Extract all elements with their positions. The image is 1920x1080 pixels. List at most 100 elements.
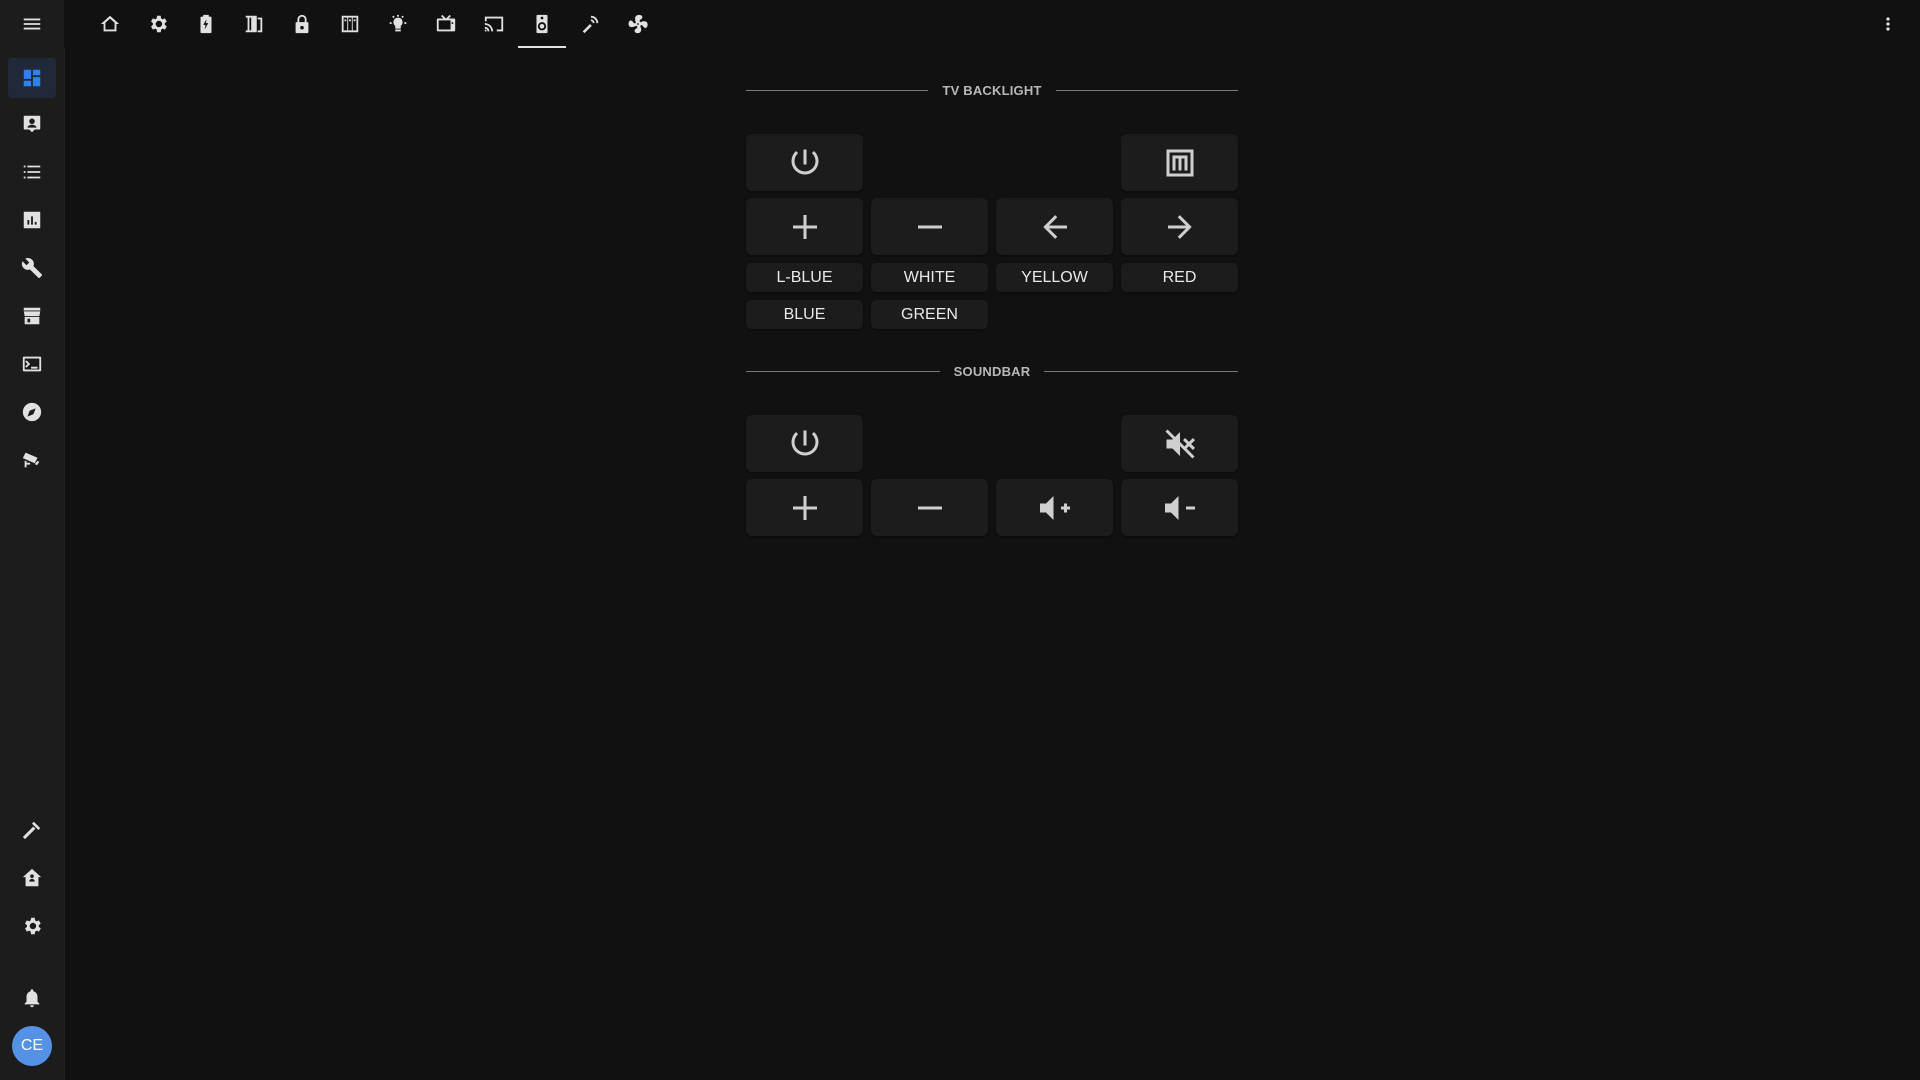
sidebar-item-history[interactable] [8,200,56,240]
soundbar-up-button[interactable] [746,479,863,536]
color-button-label: WHITE [903,268,956,286]
avatar[interactable]: CE [12,1026,52,1066]
sidebar-item-tools[interactable] [8,248,56,288]
cast-icon [484,16,504,32]
sidebar-item-terminal[interactable] [8,344,56,384]
hammer-icon [22,821,41,840]
soundbar-volume-down-button[interactable] [1121,479,1238,536]
overflow-menu-button[interactable] [1870,0,1906,48]
color-button-label: BLUE [783,305,826,323]
tv-backlight-header: TV BACKLIGHT [746,80,1239,100]
volume-off-icon [1164,428,1195,459]
fan-icon [628,14,648,34]
color-button-white[interactable]: WHITE [871,263,988,292]
sidebar-item-camera[interactable] [8,440,56,480]
tab-battery[interactable] [182,0,230,48]
sidebar: CE [0,0,65,1080]
top-toolbar [64,0,1920,48]
door-open-icon [245,15,263,33]
divider [1055,89,1239,91]
menu-button[interactable] [0,0,64,48]
map-person-icon [23,115,41,133]
power-icon [791,430,818,456]
bell-icon [24,989,40,1008]
sidebar-item-settings[interactable] [8,906,56,946]
dashboard-icon [23,69,41,87]
color-button-yellow[interactable]: YELLOW [996,263,1113,292]
soundbar-mute-button[interactable] [1121,415,1238,472]
mode-m-box-icon [1166,149,1193,176]
lightbulb-icon [389,14,407,32]
volume-plus-icon [1039,495,1070,520]
hacs-store-icon [23,307,41,325]
tv-backlight-mode-button[interactable] [1121,134,1238,191]
tab-locks[interactable] [278,0,326,48]
hamburger-icon [23,18,41,30]
color-button-l-blue[interactable]: L-BLUE [746,263,863,292]
tab-home[interactable] [86,0,134,48]
section-title-tv-backlight: TV BACKLIGHT [942,82,1042,98]
gear-icon [25,917,41,935]
arrow-right-icon [1167,214,1192,239]
sidebar-item-overview[interactable] [8,58,56,98]
divider [1044,370,1238,372]
more-vert-icon [1886,17,1890,31]
sidebar-item-explore[interactable] [8,392,56,432]
tab-covers[interactable] [326,0,374,48]
battery-charging-icon [200,14,212,34]
arrow-left-icon [1042,214,1067,239]
divider [746,370,940,372]
color-button-label: RED [1162,268,1197,286]
tab-remote[interactable] [566,0,614,48]
sidebar-item-hacs[interactable] [8,296,56,336]
sidebar-item-supervisor[interactable] [8,858,56,898]
power-icon [791,149,818,175]
soundbar-power-button[interactable] [746,415,863,472]
avatar-initials: CE [20,1037,44,1054]
color-button-label: L-BLUE [776,268,833,286]
tv-backlight-brightness-down-button[interactable] [871,198,988,255]
home-assistant-icon [22,868,42,887]
history-chart-icon [23,211,41,229]
tab-doors[interactable] [230,0,278,48]
tab-cast[interactable] [470,0,518,48]
tab-speaker[interactable] [518,0,566,48]
gear-icon [151,15,167,33]
logbook-list-icon [23,165,41,179]
app-window: CE TV BACKLIGHT L-BLUE WHITE YELLOW RED … [0,0,1920,1080]
tv-backlight-previous-button[interactable] [996,198,1113,255]
tv-backlight-power-button[interactable] [746,134,863,191]
tab-settings[interactable] [134,0,182,48]
color-button-label: YELLOW [1021,268,1088,286]
color-button-red[interactable]: RED [1121,263,1238,292]
color-button-blue[interactable]: BLUE [746,300,863,329]
remote-signal-icon [582,15,599,34]
terminal-icon [22,356,42,372]
lock-icon [295,14,309,34]
sidebar-notifications[interactable] [8,978,56,1018]
speaker-icon [536,14,548,34]
sidebar-item-map[interactable] [8,104,56,144]
tab-fans[interactable] [614,0,662,48]
volume-minus-icon [1164,495,1195,520]
color-button-green[interactable]: GREEN [871,300,988,329]
tv-backlight-next-button[interactable] [1121,198,1238,255]
television-icon [436,14,456,32]
divider [746,89,929,91]
tv-backlight-brightness-up-button[interactable] [746,198,863,255]
home-outline-icon [100,15,120,32]
cctv-icon [22,452,40,468]
tab-lights[interactable] [374,0,422,48]
compass-icon [22,402,42,422]
color-button-label: GREEN [901,305,958,323]
soundbar-down-button[interactable] [871,479,988,536]
sidebar-item-logbook[interactable] [8,152,56,192]
plus-icon [792,214,817,239]
window-shutter-icon [341,15,359,33]
soundbar-volume-up-button[interactable] [996,479,1113,536]
sidebar-item-developer-tools[interactable] [8,810,56,850]
minus-icon [917,225,942,228]
minus-icon [917,506,942,509]
soundbar-header: SOUNDBAR [746,361,1238,381]
tab-tv[interactable] [422,0,470,48]
